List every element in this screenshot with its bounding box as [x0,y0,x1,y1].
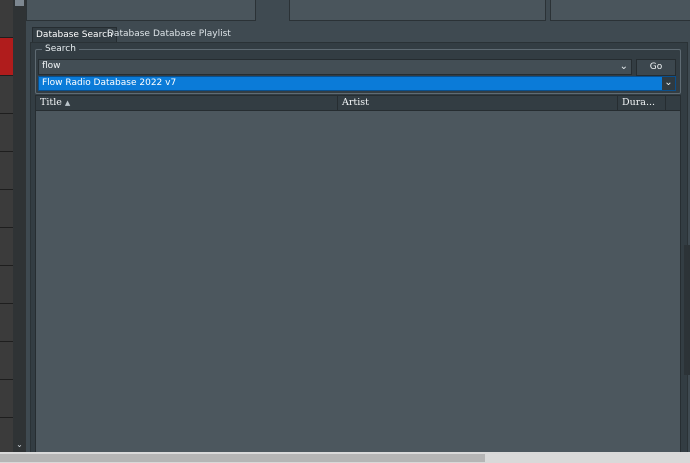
scrollbar-thumb[interactable] [15,0,24,6]
track-cell[interactable] [0,380,13,418]
search-group: Search flow ⌄ Go Flow Radio Database 202… [35,44,681,94]
database-select-value: Flow Radio Database 2022 v7 [42,78,177,88]
top-button-bar [26,0,690,24]
search-query-text: flow [42,61,61,71]
database-pane: Database Search Database Database Playli… [26,0,690,454]
track-cell[interactable] [0,76,13,114]
horizontal-scrollbar-thumb[interactable] [0,454,485,462]
tab-database-playlist[interactable]: Database Playlist [150,27,234,42]
results-table[interactable]: Title ▲ Artist Dura... [35,95,681,453]
column-header-duration[interactable]: Dura... [618,96,666,110]
sort-ascending-icon: ▲ [64,99,71,107]
left-track-strip [0,0,14,456]
chevron-down-icon[interactable]: ⌄ [662,77,675,90]
track-cell[interactable] [0,114,13,152]
chevron-down-icon[interactable]: ⌄ [620,60,628,73]
track-cell[interactable] [0,228,13,266]
top-button-1[interactable] [26,0,256,21]
search-panel: Search flow ⌄ Go Flow Radio Database 202… [30,42,688,454]
vertical-scrollbar[interactable]: ⌄ [13,0,27,452]
top-button-2[interactable] [289,0,546,21]
top-button-3[interactable] [550,0,690,21]
search-group-label: Search [42,44,79,54]
track-cell[interactable] [0,418,13,456]
column-header-title[interactable]: Title ▲ [36,96,338,110]
database-select[interactable]: Flow Radio Database 2022 v7 ⌄ [38,76,676,91]
track-cell[interactable] [0,190,13,228]
horizontal-scrollbar[interactable] [0,452,690,463]
tab-database[interactable]: Database [104,27,153,42]
track-cell[interactable] [0,152,13,190]
track-cell[interactable] [0,342,13,380]
track-cell[interactable] [0,266,13,304]
search-input[interactable]: flow ⌄ [38,59,632,75]
track-cell-active[interactable] [0,38,13,76]
right-edge-panel [684,245,690,375]
scroll-down-arrow-icon[interactable]: ⌄ [13,440,26,450]
track-cell[interactable] [0,304,13,342]
table-header: Title ▲ Artist Dura... [36,96,680,111]
column-header-artist[interactable]: Artist [338,96,618,110]
go-button[interactable]: Go [636,59,676,76]
column-title-label: Title [40,97,62,108]
track-cell[interactable] [0,0,13,38]
